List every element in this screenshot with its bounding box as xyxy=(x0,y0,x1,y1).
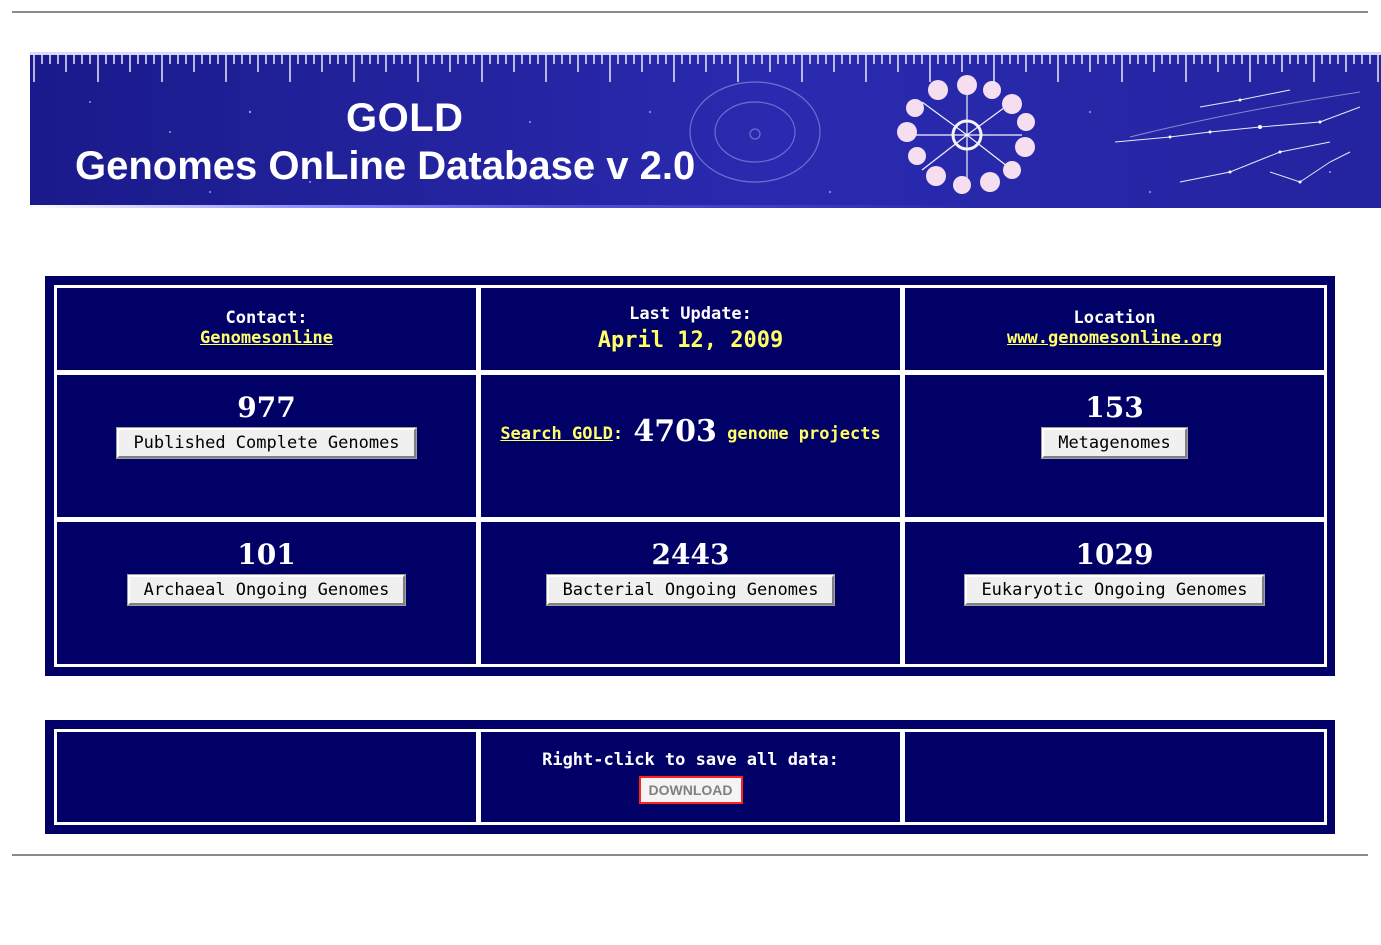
eukaryotic-ongoing-genomes-button[interactable]: Eukaryotic Ongoing Genomes xyxy=(964,574,1265,606)
published-complete-genomes-button[interactable]: Published Complete Genomes xyxy=(116,427,417,459)
location-label: Location xyxy=(1073,308,1156,328)
published-count: 977 xyxy=(237,391,296,424)
banner-title: GOLD xyxy=(346,96,464,140)
contact-link[interactable]: Genomesonline xyxy=(200,328,333,348)
contact-label: Contact: xyxy=(225,308,308,328)
archaeal-cell: 101 Archaeal Ongoing Genomes xyxy=(54,519,479,667)
banner-underline xyxy=(30,205,1381,208)
orbit-illustration xyxy=(689,81,821,183)
download-left-cell xyxy=(54,729,479,825)
archaeal-count: 101 xyxy=(237,538,296,571)
moon-phase-wheel xyxy=(897,75,1035,194)
download-cell: Right-click to save all data: DOWNLOAD xyxy=(478,729,903,825)
eukaryotic-cell: 1029 Eukaryotic Ongoing Genomes xyxy=(902,519,1327,667)
location-cell: Location www.genomesonline.org xyxy=(902,285,1327,373)
download-button[interactable]: DOWNLOAD xyxy=(638,776,743,804)
genome-projects-suffix: genome projects xyxy=(727,424,881,444)
genome-projects-count: 4703 xyxy=(633,414,717,449)
metagenomes-cell: 153 Metagenomes xyxy=(902,372,1327,520)
download-table: Right-click to save all data: DOWNLOAD xyxy=(45,720,1335,834)
bacterial-cell: 2443 Bacterial Ongoing Genomes xyxy=(478,519,903,667)
top-divider xyxy=(12,11,1368,13)
download-label: Right-click to save all data: xyxy=(542,750,839,770)
bacterial-count: 2443 xyxy=(651,538,730,571)
ruler-decoration xyxy=(30,52,1381,82)
eukaryotic-count: 1029 xyxy=(1075,538,1154,571)
search-gold-link[interactable]: Search GOLD xyxy=(500,424,613,444)
published-cell: 977 Published Complete Genomes xyxy=(54,372,479,520)
bacterial-ongoing-genomes-button[interactable]: Bacterial Ongoing Genomes xyxy=(545,574,836,606)
last-update-cell: Last Update: April 12, 2009 xyxy=(478,285,903,373)
last-update-label: Last Update: xyxy=(629,304,752,324)
metagenomes-button[interactable]: Metagenomes xyxy=(1041,427,1188,459)
metagenomes-count: 153 xyxy=(1085,391,1144,424)
constellation-chart xyxy=(1114,89,1361,183)
download-right-cell xyxy=(902,729,1327,825)
contact-cell: Contact: Genomesonline xyxy=(54,285,479,373)
last-update-date: April 12, 2009 xyxy=(597,328,784,353)
location-link[interactable]: www.genomesonline.org xyxy=(1007,328,1222,348)
search-cell: Search GOLD: 4703 genome projects xyxy=(478,372,903,520)
banner-subtitle: Genomes OnLine Database v 2.0 xyxy=(75,144,696,188)
bottom-divider xyxy=(12,854,1368,856)
stats-table: Contact: Genomesonline Last Update: Apri… xyxy=(45,276,1335,676)
archaeal-ongoing-genomes-button[interactable]: Archaeal Ongoing Genomes xyxy=(126,574,407,606)
search-separator: : xyxy=(612,424,624,444)
search-gold-line: Search GOLD: 4703 genome projects xyxy=(481,417,900,447)
gold-banner: GOLD Genomes OnLine Database v 2.0 xyxy=(30,52,1381,208)
